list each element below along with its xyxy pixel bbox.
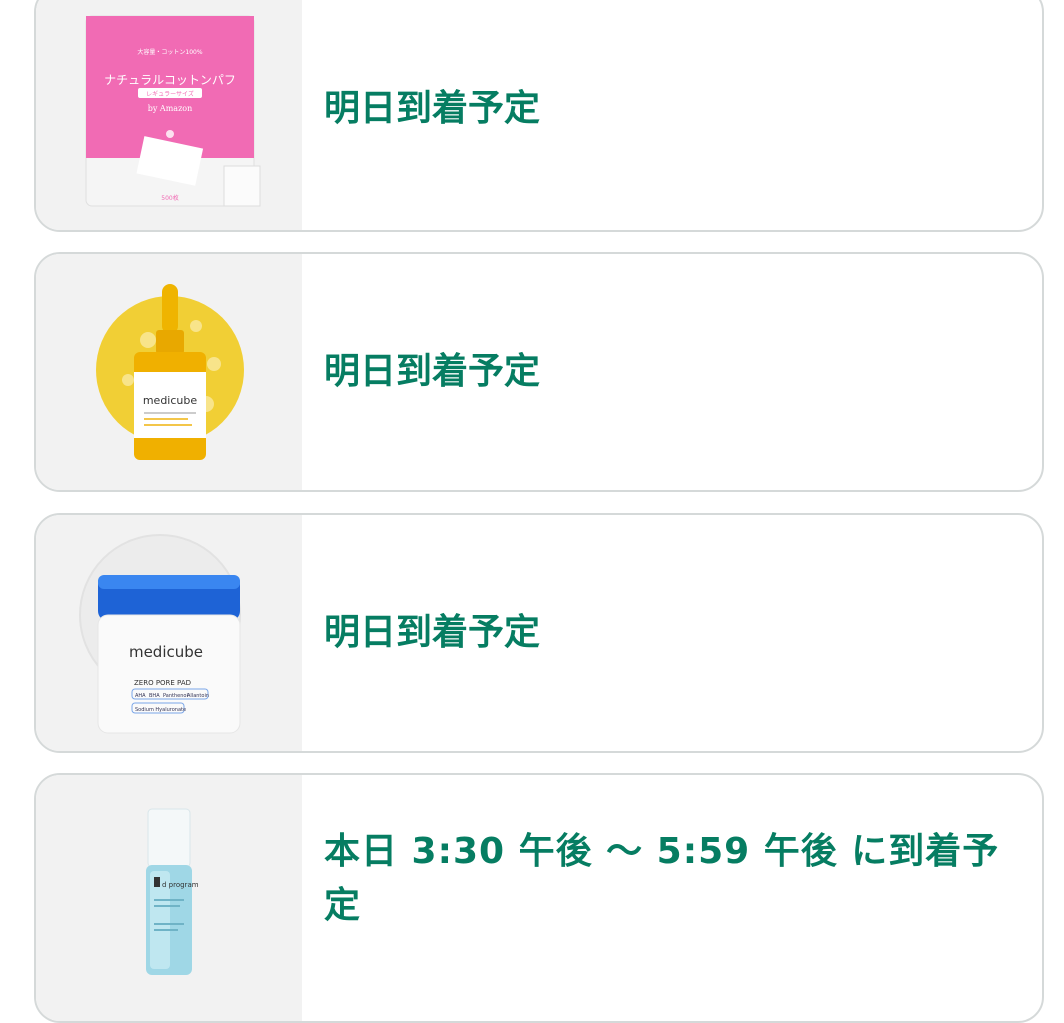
cart-item-card[interactable]: medicube ZERO PORE PAD AHA BHA Panthenol…: [34, 513, 1044, 753]
toner-pad-jar-icon: medicube ZERO PORE PAD AHA BHA Panthenol…: [79, 534, 241, 734]
delivery-estimate: 本日 3:30 午後 〜 5:59 午後 に到着予定: [324, 831, 1000, 926]
cart-item-card[interactable]: d program 本日 3:30 午後 〜 5:59 午後 に到着予定: [34, 773, 1044, 1023]
svg-text:by Amazon: by Amazon: [148, 104, 193, 113]
lotion-bottle-icon: d program: [146, 808, 199, 975]
cart-item-card[interactable]: medicube 明日到着予定: [34, 252, 1044, 492]
delivery-estimate: 明日到着予定: [324, 612, 541, 653]
serum-bottle-icon: medicube: [96, 284, 244, 460]
svg-text:Allantoin: Allantoin: [187, 693, 209, 699]
svg-text:medicube: medicube: [129, 643, 203, 661]
svg-text:大容量・コットン100%: 大容量・コットン100%: [137, 48, 202, 56]
svg-text:medicube: medicube: [143, 394, 198, 407]
product-image[interactable]: medicube ZERO PORE PAD AHA BHA Panthenol…: [36, 515, 302, 751]
svg-text:500枚: 500枚: [161, 194, 178, 202]
svg-text:AHA: AHA: [135, 693, 146, 699]
svg-text:ナチュラルコットンパフ: ナチュラルコットンパフ: [104, 73, 236, 87]
svg-text:ZERO PORE PAD: ZERO PORE PAD: [134, 679, 191, 687]
delivery-estimate: 明日到着予定: [324, 351, 541, 392]
svg-text:BHA: BHA: [149, 693, 160, 699]
svg-text:レギュラーサイズ: レギュラーサイズ: [146, 90, 194, 98]
cotton-pads-package-icon: 大容量・コットン100% ナチュラルコットンパフ レギュラーサイズ by Ama…: [85, 15, 261, 207]
product-image[interactable]: 大容量・コットン100% ナチュラルコットンパフ レギュラーサイズ by Ama…: [36, 0, 302, 230]
product-image[interactable]: medicube: [36, 254, 302, 490]
product-image[interactable]: d program: [36, 775, 302, 1021]
cart-item-card[interactable]: 大容量・コットン100% ナチュラルコットンパフ レギュラーサイズ by Ama…: [34, 0, 1044, 232]
svg-text:Sodium Hyaluronate: Sodium Hyaluronate: [135, 707, 186, 713]
delivery-estimate: 明日到着予定: [324, 88, 541, 129]
svg-text:Panthenol: Panthenol: [163, 693, 188, 699]
svg-text:d program: d program: [162, 881, 199, 889]
